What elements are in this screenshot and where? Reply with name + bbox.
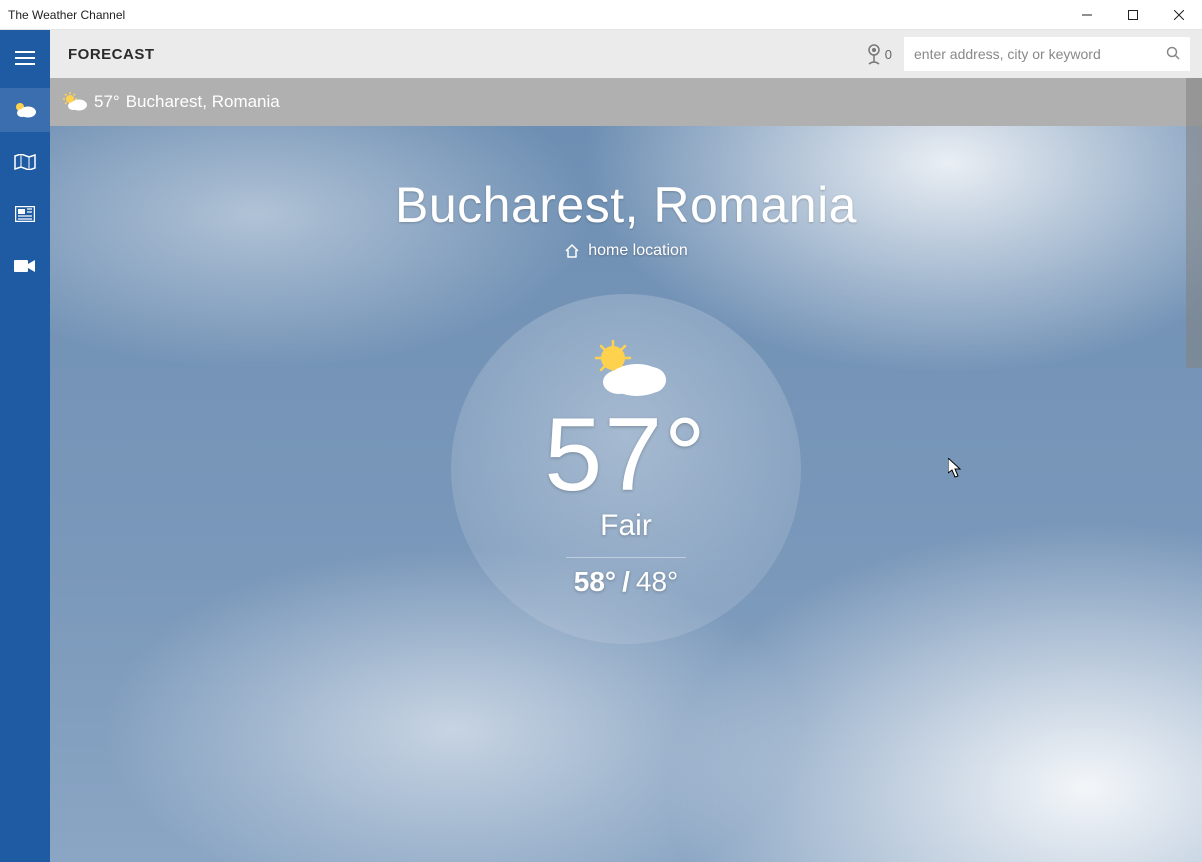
sidebar-item-forecast[interactable] [0,88,50,132]
partly-cloudy-icon [62,92,88,112]
minimize-button[interactable] [1064,0,1110,30]
video-icon [14,259,36,273]
search-icon[interactable] [1166,46,1180,63]
window-controls [1064,0,1202,29]
current-conditions-circle: 57° Fair 58°/ 48° [451,294,801,644]
sidebar-item-maps[interactable] [0,140,50,184]
vertical-scrollbar[interactable] [1186,78,1202,862]
topbar: FORECAST 0 [50,30,1202,78]
hero: Bucharest, Romania home location [50,176,1202,644]
hamburger-icon [15,51,35,65]
page-title: FORECAST [68,46,155,63]
saved-locations-button[interactable]: 0 [865,43,892,65]
location-pin-icon [865,43,883,65]
low-temperature: 48° [636,566,678,598]
home-location-link[interactable]: home location [564,242,688,260]
sidebar [0,30,50,862]
scrollbar-thumb[interactable] [1186,78,1202,368]
sidebar-item-video[interactable] [0,244,50,288]
home-location-label: home location [588,242,688,260]
sidebar-item-news[interactable] [0,192,50,236]
maximize-button[interactable] [1110,0,1156,30]
current-temperature: 57° [544,403,707,507]
search-box[interactable] [904,37,1190,71]
current-condition: Fair [600,509,652,543]
forecast-content: Bucharest, Romania home location [50,126,1202,862]
high-temperature: 58° [574,566,616,598]
home-icon [564,243,580,259]
search-input[interactable] [914,46,1158,62]
location-strip[interactable]: 57° Bucharest, Romania [50,78,1202,126]
hero-location: Bucharest, Romania [395,176,857,234]
map-icon [14,154,36,170]
close-button[interactable] [1156,0,1202,30]
strip-temperature: 57° [94,92,120,112]
window-title: The Weather Channel [8,8,125,22]
hi-lo-temps: 58°/ 48° [566,557,686,598]
partly-cloudy-icon [13,100,37,120]
strip-location: Bucharest, Romania [126,92,280,112]
news-icon [15,206,35,222]
menu-button[interactable] [0,36,50,80]
partly-cloudy-icon [583,340,669,401]
saved-locations-count: 0 [885,47,892,62]
main-area: FORECAST 0 [50,30,1202,862]
window-titlebar: The Weather Channel [0,0,1202,30]
